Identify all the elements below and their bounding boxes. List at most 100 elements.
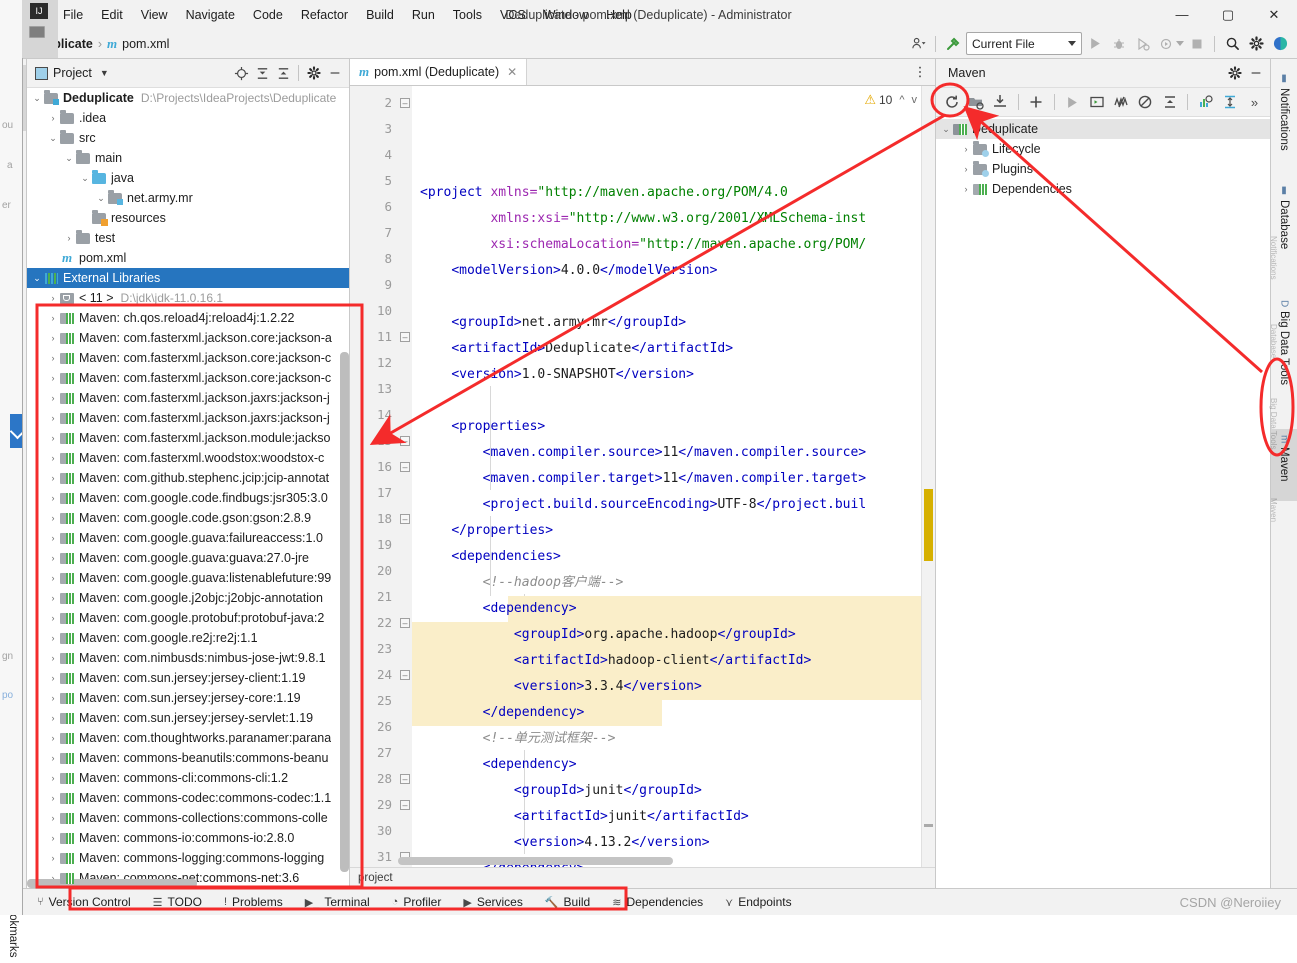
tree-node[interactable]: › Maven: com.fasterxml.jackson.core:jacks… <box>27 328 349 348</box>
tree-node[interactable]: › Maven: com.sun.jersey:jersey-core:1.19 <box>27 688 349 708</box>
menu-item-vcs[interactable]: VCS <box>491 5 535 25</box>
code-line[interactable]: <!--hadoop客户端--> <box>412 570 935 596</box>
code-line[interactable]: <maven.compiler.source>11</maven.compile… <box>412 440 935 466</box>
chevron-right-icon[interactable]: › <box>47 793 59 803</box>
project-tree[interactable]: ⌄ Deduplicate D:\Projects\IdeaProjects\Ded… <box>27 88 349 888</box>
fold-toggle-icon[interactable]: – <box>400 774 410 784</box>
tree-node[interactable]: › .idea <box>27 108 349 128</box>
status-item-build[interactable]: 🔨 Build <box>534 895 601 909</box>
status-item-profiler[interactable]: ◔ Profiler <box>381 895 453 909</box>
chevron-right-icon[interactable]: › <box>47 593 59 603</box>
fold-toggle-icon[interactable]: – <box>400 514 410 524</box>
ide-assistant-icon[interactable] <box>1269 33 1291 55</box>
maven-tree-node[interactable]: › Dependencies <box>936 179 1270 199</box>
search-everywhere-icon[interactable] <box>1221 33 1243 55</box>
menu-item-run[interactable]: Run <box>403 5 444 25</box>
add-icon[interactable] <box>1026 91 1047 113</box>
user-avatar-icon[interactable] <box>907 33 929 55</box>
build-hammer-icon[interactable] <box>942 33 964 55</box>
chevron-right-icon[interactable]: › <box>47 573 59 583</box>
menu-item-refactor[interactable]: Refactor <box>292 5 357 25</box>
status-item-endpoints[interactable]: ⋎ Endpoints <box>714 895 802 909</box>
breadcrumb-file[interactable]: pom.xml <box>122 37 169 51</box>
execute-goal-icon[interactable] <box>1086 91 1107 113</box>
chevron-down-icon[interactable]: ⌄ <box>31 93 43 104</box>
chevron-right-icon[interactable]: › <box>47 473 59 483</box>
code-folding-gutter[interactable]: –––––––––– <box>398 86 412 867</box>
tree-node[interactable]: ⌄ net.army.mr <box>27 188 349 208</box>
reload-all-projects-icon[interactable] <box>941 91 962 113</box>
tree-node[interactable]: › Maven: com.nimbusds:nimbus-jose-jwt:9.8… <box>27 648 349 668</box>
profile-chevron-down-icon[interactable] <box>1176 41 1184 46</box>
more-icon[interactable]: » <box>1244 91 1265 113</box>
close-button[interactable]: ✕ <box>1251 0 1297 29</box>
hide-icon[interactable] <box>1246 63 1266 83</box>
chevron-down-icon[interactable]: ⌄ <box>31 273 43 284</box>
inspection-widget[interactable]: ⚠ 10 ^ v <box>864 92 917 108</box>
tree-node[interactable]: › Maven: commons-codec:commons-codec:1.1 <box>27 788 349 808</box>
tree-node[interactable]: › Maven: com.fasterxml.jackson.jaxrs:jack… <box>27 388 349 408</box>
chevron-right-icon[interactable]: › <box>960 144 972 154</box>
tree-node[interactable]: › Maven: com.google.code.gson:gson:2.8.9 <box>27 508 349 528</box>
tree-node[interactable]: › Maven: com.fasterxml.woodstox:woodstox-… <box>27 448 349 468</box>
tree-node[interactable]: › Maven: com.thoughtworks.paranamer:paran… <box>27 728 349 748</box>
download-sources-icon[interactable] <box>990 91 1011 113</box>
tree-node-selected[interactable]: ⌄ External Libraries <box>27 268 349 288</box>
settings-icon[interactable] <box>1225 63 1245 83</box>
run-configuration-selector[interactable]: Current File <box>966 32 1082 55</box>
fold-toggle-icon[interactable]: – <box>400 332 410 342</box>
code-line[interactable]: <properties> <box>412 414 935 440</box>
status-item-services[interactable]: ▶ Services <box>452 895 533 909</box>
chevron-right-icon[interactable]: › <box>47 653 59 663</box>
minimize-button[interactable]: — <box>1159 0 1205 29</box>
chevron-right-icon[interactable]: › <box>47 113 59 123</box>
maven-tree-node[interactable]: › Lifecycle <box>936 139 1270 159</box>
chevron-right-icon[interactable]: › <box>47 293 59 303</box>
tree-node[interactable]: › Maven: com.google.code.findbugs:jsr305:… <box>27 488 349 508</box>
code-line[interactable]: <version>3.3.4</version> <box>412 674 935 700</box>
chevron-right-icon[interactable]: › <box>47 833 59 843</box>
status-item-problems[interactable]: ! Problems <box>213 895 294 909</box>
locate-icon[interactable] <box>231 63 251 83</box>
code-line[interactable]: <dependencies> <box>412 544 935 570</box>
code-line[interactable]: <dependency> <box>412 596 935 622</box>
menu-item-navigate[interactable]: Navigate <box>177 5 244 25</box>
tree-node[interactable]: m pom.xml <box>27 248 349 268</box>
collapse-all-icon[interactable] <box>1159 91 1180 113</box>
profile-icon[interactable] <box>1156 33 1178 55</box>
code-line[interactable] <box>412 284 935 310</box>
chevron-right-icon[interactable]: › <box>47 813 59 823</box>
tree-node[interactable]: resources <box>27 208 349 228</box>
tree-node[interactable]: › Maven: com.google.guava:failureaccess:1… <box>27 528 349 548</box>
tree-node[interactable]: › Maven: com.sun.jersey:jersey-servlet:1.… <box>27 708 349 728</box>
chevron-right-icon[interactable]: › <box>47 613 59 623</box>
menu-item-file[interactable]: File <box>54 5 92 25</box>
tree-node[interactable]: › Maven: com.sun.jersey:jersey-client:1.1… <box>27 668 349 688</box>
code-line[interactable]: <artifactId>Deduplicate</artifactId> <box>412 336 935 362</box>
status-item-terminal[interactable]: ▶_ Terminal <box>294 895 381 909</box>
toggle-offline-icon[interactable] <box>1135 91 1156 113</box>
tree-node[interactable]: ⌄ main <box>27 148 349 168</box>
debug-icon[interactable] <box>1108 33 1130 55</box>
chevron-down-icon[interactable]: ⌄ <box>63 153 75 164</box>
tree-node[interactable]: › Maven: com.fasterxml.jackson.jaxrs:jack… <box>27 408 349 428</box>
chevron-down-icon[interactable]: ⌄ <box>95 193 107 204</box>
status-item-todo[interactable]: ☰ TODO <box>142 895 213 909</box>
chevron-right-icon[interactable]: › <box>47 633 59 643</box>
run-with-coverage-icon[interactable] <box>1132 33 1154 55</box>
chevron-right-icon[interactable]: › <box>47 753 59 763</box>
fold-toggle-icon[interactable]: – <box>400 436 410 446</box>
code-line[interactable]: <groupId>net.army.mr</groupId> <box>412 310 935 336</box>
stop-icon[interactable] <box>1186 33 1208 55</box>
status-item-dependencies[interactable]: ≋ Dependencies <box>601 895 714 909</box>
maven-tree-node[interactable]: ⌄ Deduplicate <box>936 119 1270 139</box>
chevron-right-icon[interactable]: › <box>47 373 59 383</box>
prev-problem-icon[interactable]: ^ <box>899 94 904 106</box>
fold-toggle-icon[interactable]: – <box>400 670 410 680</box>
code-line[interactable]: <modelVersion>4.0.0</modelVersion> <box>412 258 935 284</box>
run-icon[interactable] <box>1062 91 1083 113</box>
chevron-right-icon[interactable]: › <box>47 733 59 743</box>
error-stripe-marker-column[interactable] <box>921 86 935 867</box>
chevron-right-icon[interactable]: › <box>47 673 59 683</box>
collapse-all-icon[interactable] <box>273 63 293 83</box>
